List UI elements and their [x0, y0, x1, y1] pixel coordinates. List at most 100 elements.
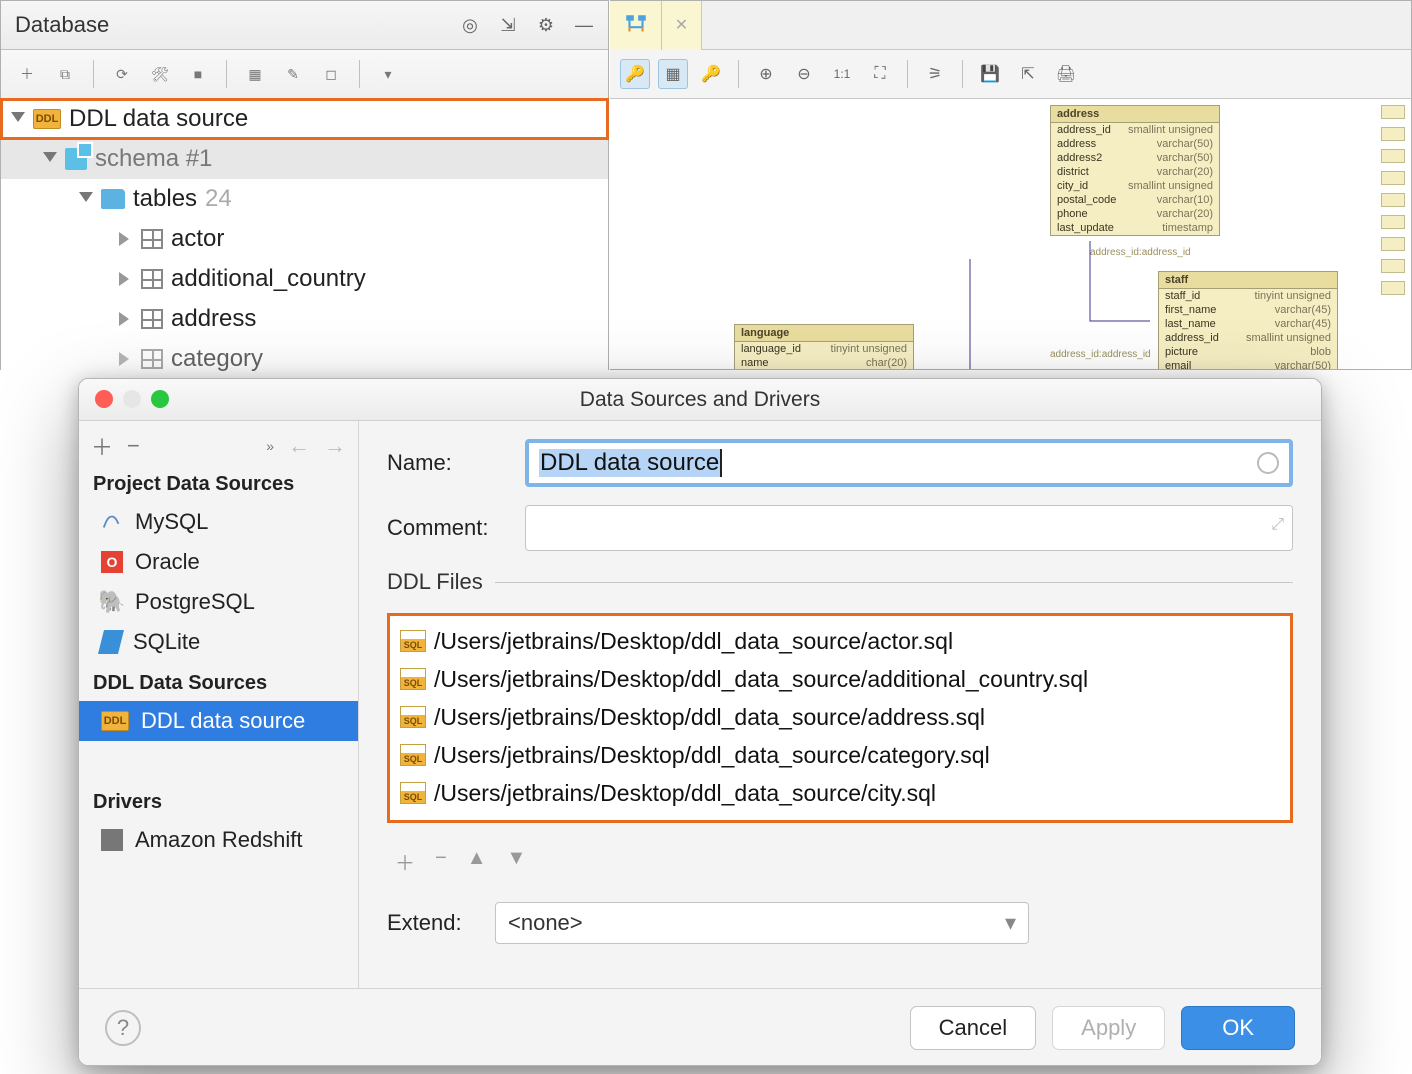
tool-window-title: Database: [15, 12, 109, 38]
sidebar-item-ddl-datasource[interactable]: DDL DDL data source: [79, 701, 358, 741]
add-icon[interactable]: ＋: [91, 430, 113, 462]
all-columns-icon[interactable]: ▦: [658, 59, 688, 89]
file-row[interactable]: SQL/Users/jetbrains/Desktop/ddl_data_sou…: [394, 698, 1286, 736]
add-icon[interactable]: ＋: [13, 60, 41, 88]
tree-label: address: [171, 305, 256, 333]
stop-icon[interactable]: ■: [184, 60, 212, 88]
expand-icon[interactable]: [79, 192, 93, 206]
forward-icon[interactable]: →: [324, 433, 346, 459]
collapse-icon[interactable]: ⇲: [498, 15, 518, 35]
file-path: /Users/jetbrains/Desktop/ddl_data_source…: [434, 780, 936, 807]
console-icon[interactable]: ◻: [317, 60, 345, 88]
apply-button[interactable]: Apply: [1052, 1006, 1165, 1050]
ddl-files-header: DDL Files: [387, 569, 1293, 595]
cancel-button[interactable]: Cancel: [910, 1006, 1036, 1050]
section-project-datasources: Project Data Sources: [79, 463, 358, 502]
file-row[interactable]: SQL/Users/jetbrains/Desktop/ddl_data_sou…: [394, 736, 1286, 774]
extend-dropdown[interactable]: <none> ▾: [495, 902, 1029, 944]
export-icon[interactable]: ⇱: [1013, 59, 1043, 89]
sidebar-label: MySQL: [135, 509, 208, 535]
zoom-out-icon[interactable]: ⊖: [789, 59, 819, 89]
wrench-icon[interactable]: 🛠: [146, 60, 174, 88]
erd-title: address: [1057, 108, 1099, 120]
table-icon: [141, 229, 163, 249]
save-icon[interactable]: 💾: [975, 59, 1005, 89]
sidebar-item-mysql[interactable]: MySQL: [79, 502, 358, 542]
dialog-sidebar: ＋ − » ← → Project Data Sources MySQL O O…: [79, 421, 359, 988]
remove-icon[interactable]: −: [127, 433, 140, 459]
ok-button[interactable]: OK: [1181, 1006, 1295, 1050]
expand-icon[interactable]: [119, 352, 133, 366]
sql-file-icon: SQL: [400, 630, 426, 652]
tree-root-ddl[interactable]: DDL DDL data source: [1, 99, 608, 139]
sidebar-item-oracle[interactable]: O Oracle: [79, 542, 358, 582]
text-caret: [720, 449, 722, 477]
tab-close[interactable]: ✕: [662, 1, 702, 50]
tab-diagram[interactable]: [610, 1, 662, 50]
zoom-in-icon[interactable]: ⊕: [751, 59, 781, 89]
expand-icon[interactable]: [119, 312, 133, 326]
edit-icon[interactable]: ✎: [279, 60, 307, 88]
key-columns-icon[interactable]: 🔑: [620, 59, 650, 89]
erd-table-staff[interactable]: staff staff_idtinyint unsigned first_nam…: [1158, 271, 1338, 369]
expand-icon[interactable]: ⤢: [1271, 516, 1284, 534]
tree-label: schema #1: [95, 145, 212, 173]
minimize-icon[interactable]: —: [574, 15, 594, 35]
comment-input[interactable]: ⤢: [525, 505, 1293, 551]
sidebar-item-sqlite[interactable]: SQLite: [79, 622, 358, 662]
tree-tables-folder[interactable]: tables 24: [1, 179, 608, 219]
file-row[interactable]: SQL/Users/jetbrains/Desktop/ddl_data_sou…: [394, 622, 1286, 660]
erd-table-address[interactable]: address address_idsmallint unsigned addr…: [1050, 105, 1220, 236]
target-icon[interactable]: ◎: [460, 15, 480, 35]
gear-icon[interactable]: ⚙: [536, 15, 556, 35]
sql-file-icon: SQL: [400, 782, 426, 804]
help-button[interactable]: ?: [105, 1010, 141, 1046]
tree-table[interactable]: category: [1, 339, 608, 379]
expand-icon[interactable]: [119, 232, 133, 246]
copy-icon[interactable]: ⧉: [51, 60, 79, 88]
remove-file-icon[interactable]: −: [435, 847, 447, 876]
layout-icon[interactable]: ⚞: [920, 59, 950, 89]
db-toolbar: ＋ ⧉ ⟳ 🛠 ■ ▦ ✎ ◻ ▾: [1, 50, 608, 99]
filter-icon[interactable]: ▾: [374, 60, 402, 88]
key-icon[interactable]: 🔑: [696, 59, 726, 89]
reset-icon[interactable]: [1257, 452, 1279, 474]
more-icon[interactable]: »: [266, 438, 274, 454]
tree-schema[interactable]: schema #1: [1, 139, 608, 179]
expand-icon[interactable]: [43, 152, 57, 166]
file-row[interactable]: SQL/Users/jetbrains/Desktop/ddl_data_sou…: [394, 774, 1286, 812]
name-input[interactable]: DDL data source: [525, 439, 1293, 487]
refresh-icon[interactable]: ⟳: [108, 60, 136, 88]
tree-label: actor: [171, 225, 224, 253]
move-down-icon[interactable]: ▼: [506, 847, 526, 876]
add-file-icon[interactable]: ＋: [395, 847, 415, 876]
actual-size-icon[interactable]: 1:1: [827, 59, 857, 89]
folder-icon: [101, 189, 125, 209]
sidebar-item-postgresql[interactable]: 🐘 PostgreSQL: [79, 582, 358, 622]
minimize-window-icon[interactable]: [123, 390, 141, 408]
expand-icon[interactable]: [119, 272, 133, 286]
close-window-icon[interactable]: [95, 390, 113, 408]
file-row[interactable]: SQL/Users/jetbrains/Desktop/ddl_data_sou…: [394, 660, 1286, 698]
name-field: Name: DDL data source: [387, 439, 1293, 487]
back-icon[interactable]: ←: [288, 433, 310, 459]
table-icon[interactable]: ▦: [241, 60, 269, 88]
extend-label: Extend:: [387, 910, 477, 936]
move-up-icon[interactable]: ▲: [467, 847, 487, 876]
dialog-title: Data Sources and Drivers: [580, 388, 820, 412]
name-label: Name:: [387, 450, 507, 476]
sidebar-item-amazon-redshift[interactable]: Amazon Redshift: [79, 820, 358, 860]
tree-table[interactable]: additional_country: [1, 259, 608, 299]
fit-icon[interactable]: ⛶: [865, 59, 895, 89]
separator: [907, 60, 908, 88]
expand-icon[interactable]: [11, 112, 25, 126]
tree-table[interactable]: address: [1, 299, 608, 339]
zoom-window-icon[interactable]: [151, 390, 169, 408]
schema-icon: [65, 148, 87, 170]
diagram-minimap[interactable]: [1381, 105, 1405, 335]
tree-table[interactable]: actor: [1, 219, 608, 259]
print-icon[interactable]: 🖨: [1051, 59, 1081, 89]
ddl-files-list[interactable]: SQL/Users/jetbrains/Desktop/ddl_data_sou…: [387, 613, 1293, 823]
erd-table-language[interactable]: language language_idtinyint unsigned nam…: [734, 324, 914, 369]
diagram-canvas[interactable]: address address_idsmallint unsigned addr…: [610, 99, 1411, 369]
